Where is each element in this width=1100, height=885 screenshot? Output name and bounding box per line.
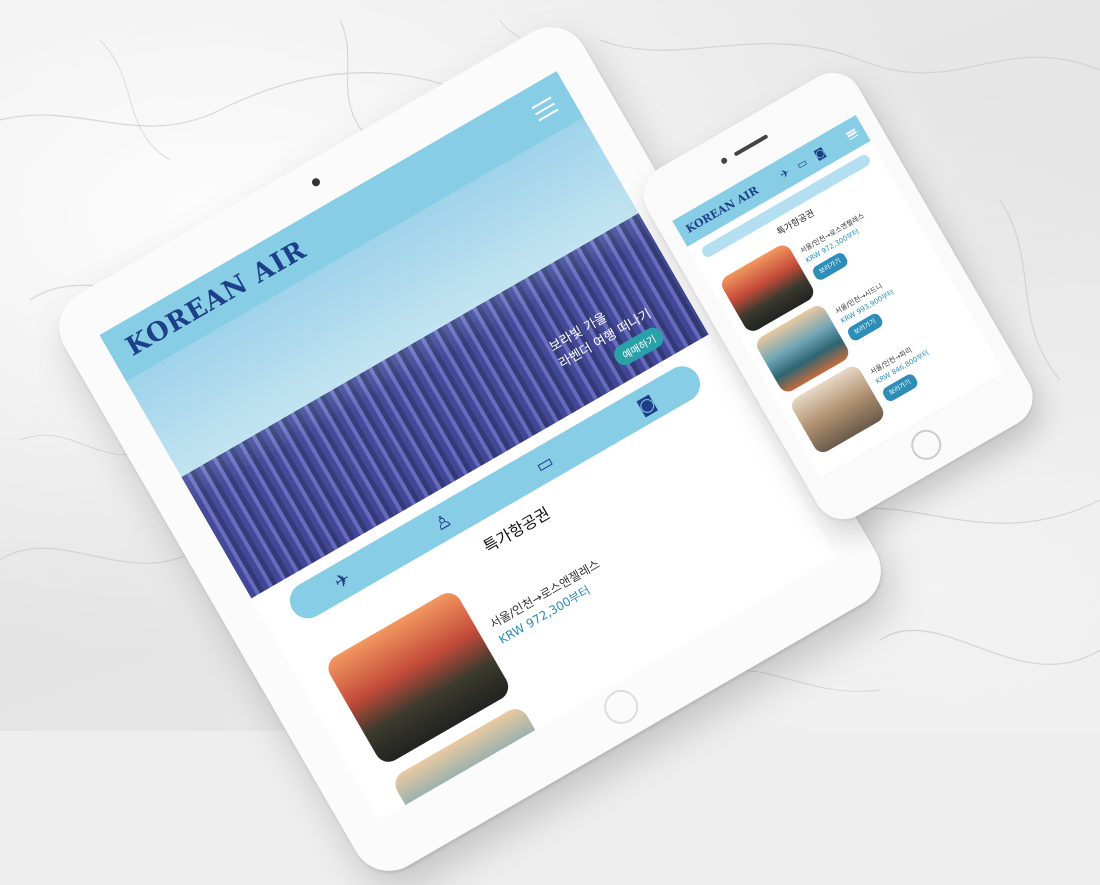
phone-home-button[interactable]: [905, 424, 947, 466]
person-icon[interactable]: ♙: [431, 509, 455, 535]
hamburger-menu-icon[interactable]: [531, 96, 559, 122]
deal-route: 서울/인천→시드니: [554, 689, 641, 748]
bed-icon[interactable]: ▭: [794, 155, 810, 171]
plane-icon[interactable]: ✈: [777, 165, 791, 181]
car-icon[interactable]: ◙: [812, 145, 828, 162]
bed-icon[interactable]: ▭: [532, 450, 557, 477]
phone-speaker: [733, 134, 769, 157]
car-icon[interactable]: ◙: [634, 391, 660, 418]
tablet-camera: [310, 176, 322, 188]
phone-camera: [720, 156, 729, 165]
hamburger-menu-icon[interactable]: [845, 128, 859, 141]
plane-icon[interactable]: ✈: [331, 568, 355, 594]
tablet-home-button[interactable]: [598, 683, 645, 731]
